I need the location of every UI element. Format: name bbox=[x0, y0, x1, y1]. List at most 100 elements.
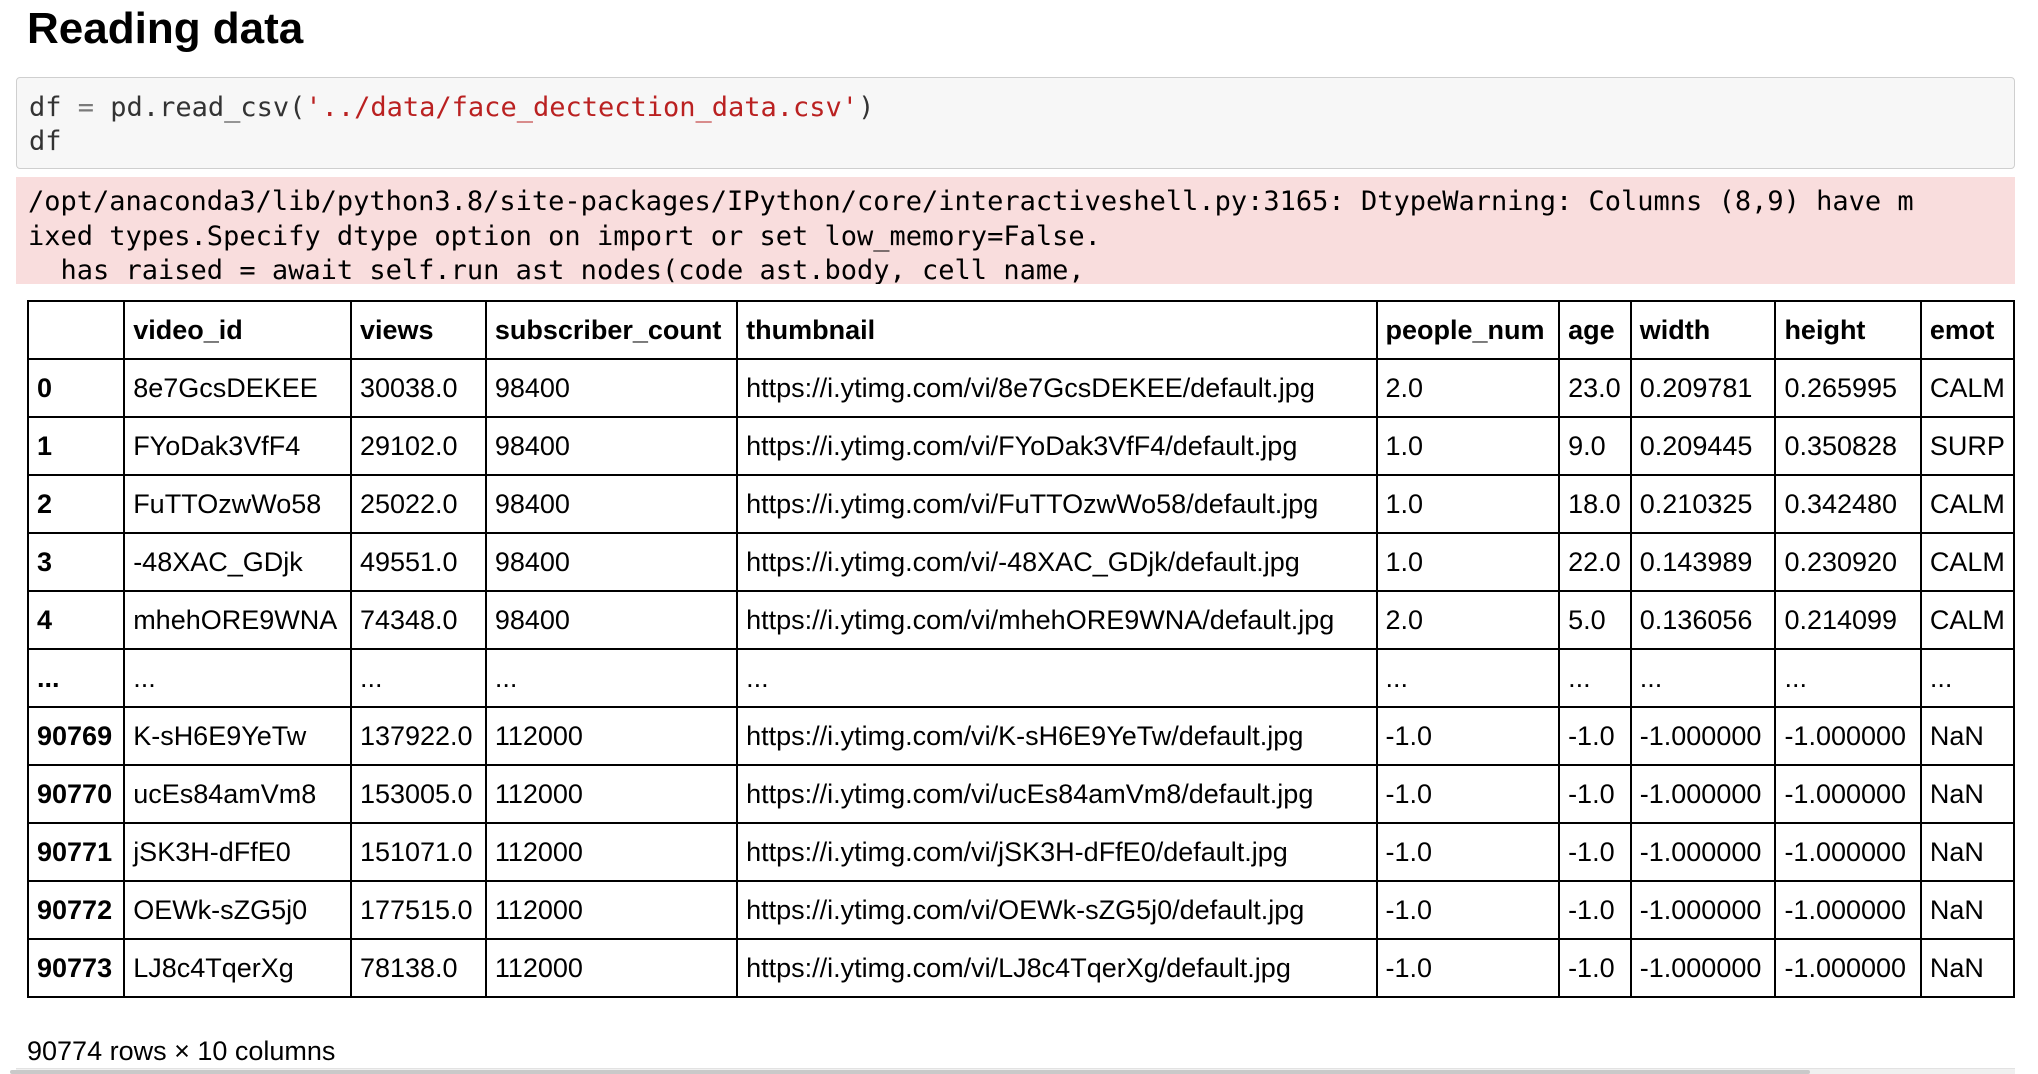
table-cell: 49551.0 bbox=[349, 532, 487, 592]
code-input-cell[interactable]: df = pd.read_csv('../data/face_dectectio… bbox=[16, 77, 2015, 169]
table-cell: 0.350828 bbox=[1774, 416, 1922, 476]
table-cell: 137922.0 bbox=[349, 706, 487, 766]
table-cell: FuTTOzwWo58 bbox=[123, 474, 352, 534]
table-cell: FYoDak3VfF4 bbox=[123, 416, 352, 476]
table-cell: https://i.ytimg.com/vi/LJ8c4TqerXg/defau… bbox=[736, 938, 1378, 998]
table-cell: -1.0 bbox=[1375, 764, 1561, 824]
table-cell: 112000 bbox=[484, 764, 739, 824]
table-cell: 98400 bbox=[484, 416, 739, 476]
table-header-row: video_id views subscriber_count thumbnail pe… bbox=[27, 300, 2015, 360]
row-index: 4 bbox=[27, 590, 126, 650]
table-row: 1 FYoDak3VfF4 29102.0 98400 https://i.ytimg.… bbox=[27, 416, 2015, 476]
column-header: emot bbox=[1919, 300, 2015, 360]
table-cell: NaN bbox=[1919, 938, 2015, 998]
table-cell: ... bbox=[1919, 648, 2015, 708]
table-cell: 177515.0 bbox=[349, 880, 487, 940]
row-index: 90770 bbox=[27, 764, 126, 824]
table-cell: ... bbox=[1375, 648, 1561, 708]
table-cell: 30038.0 bbox=[349, 358, 487, 418]
table-cell: ucEs84amVm8 bbox=[123, 764, 352, 824]
table-cell: ... bbox=[123, 648, 352, 708]
code-token-close: ) bbox=[858, 92, 875, 123]
table-cell: 98400 bbox=[484, 474, 739, 534]
table-cell: jSK3H-dFfE0 bbox=[123, 822, 352, 882]
table-cell: -1.0 bbox=[1558, 880, 1632, 940]
table-cell: https://i.ytimg.com/vi/OEWk-sZG5j0/defau… bbox=[736, 880, 1378, 940]
table-cell: SURP bbox=[1919, 416, 2015, 476]
table-cell: -1.000000 bbox=[1629, 764, 1777, 824]
table-cell: -1.000000 bbox=[1629, 822, 1777, 882]
row-index: 0 bbox=[27, 358, 126, 418]
horizontal-scrollbar-thumb[interactable] bbox=[10, 1070, 1810, 1074]
table-cell: K-sH6E9YeTw bbox=[123, 706, 352, 766]
table-cell: 2.0 bbox=[1375, 590, 1561, 650]
table-cell: 1.0 bbox=[1375, 416, 1561, 476]
table-cell: -1.0 bbox=[1558, 764, 1632, 824]
table-cell: OEWk-sZG5j0 bbox=[123, 880, 352, 940]
table-cell: 98400 bbox=[484, 358, 739, 418]
code-token-var: df bbox=[29, 92, 78, 123]
row-index: 90771 bbox=[27, 822, 126, 882]
table-cell: 0.342480 bbox=[1774, 474, 1922, 534]
table-row: 90769 K-sH6E9YeTw 137922.0 112000 https://i.… bbox=[27, 706, 2015, 766]
table-cell: 1.0 bbox=[1375, 474, 1561, 534]
table-cell: ... bbox=[1774, 648, 1922, 708]
stderr-line-2: ixed types.Specify dtype option on impor… bbox=[28, 220, 1101, 252]
index-header bbox=[27, 300, 126, 360]
table-cell: ... bbox=[1558, 648, 1632, 708]
row-index: ... bbox=[27, 648, 126, 708]
table-cell: 23.0 bbox=[1558, 358, 1632, 418]
table-cell: 78138.0 bbox=[349, 938, 487, 998]
table-cell: 0.209445 bbox=[1629, 416, 1777, 476]
table-cell: 112000 bbox=[484, 880, 739, 940]
table-cell: -1.000000 bbox=[1774, 764, 1922, 824]
table-cell: ... bbox=[484, 648, 739, 708]
table-cell: CALM bbox=[1919, 358, 2015, 418]
table-cell: 112000 bbox=[484, 822, 739, 882]
table-cell: https://i.ytimg.com/vi/K-sH6E9YeTw/defau… bbox=[736, 706, 1378, 766]
table-cell: CALM bbox=[1919, 590, 2015, 650]
table-cell: 0.214099 bbox=[1774, 590, 1922, 650]
row-index: 90769 bbox=[27, 706, 126, 766]
table-cell: https://i.ytimg.com/vi/ucEs84amVm8/defau… bbox=[736, 764, 1378, 824]
code-line-2: df bbox=[29, 126, 62, 157]
table-cell: LJ8c4TqerXg bbox=[123, 938, 352, 998]
code-token-call: pd.read_csv( bbox=[94, 92, 306, 123]
table-cell: -1.000000 bbox=[1629, 880, 1777, 940]
table-body: 0 8e7GcsDEKEE 30038.0 98400 https://i.ytimg.… bbox=[27, 358, 2015, 998]
table-cell: NaN bbox=[1919, 822, 2015, 882]
table-row: 90770 ucEs84amVm8 153005.0 112000 https://i.… bbox=[27, 764, 2015, 824]
stderr-output: /opt/anaconda3/lib/python3.8/site-packag… bbox=[16, 177, 2015, 284]
column-header: people_num bbox=[1375, 300, 1561, 360]
table-cell: 0.230920 bbox=[1774, 532, 1922, 592]
table-row: 0 8e7GcsDEKEE 30038.0 98400 https://i.ytimg.… bbox=[27, 358, 2015, 418]
code-token-string: '../data/face_dectection_data.csv' bbox=[305, 92, 859, 123]
table-cell: 29102.0 bbox=[349, 416, 487, 476]
code-line-1: df = pd.read_csv('../data/face_dectectio… bbox=[29, 91, 2002, 125]
table-cell: 25022.0 bbox=[349, 474, 487, 534]
table-cell: mhehORE9WNA bbox=[123, 590, 352, 650]
table-cell: https://i.ytimg.com/vi/-48XAC_GDjk/defau… bbox=[736, 532, 1378, 592]
dataframe-shape: 90774 rows × 10 columns bbox=[27, 1036, 336, 1066]
table-cell: -1.0 bbox=[1375, 706, 1561, 766]
table-cell: 151071.0 bbox=[349, 822, 487, 882]
table-row: .............................. bbox=[27, 648, 2015, 708]
column-header: width bbox=[1629, 300, 1777, 360]
table-cell: 9.0 bbox=[1558, 416, 1632, 476]
code-token-operator: = bbox=[77, 92, 95, 123]
table-cell: -48XAC_GDjk bbox=[123, 532, 352, 592]
notebook-page: Reading data df = pd.read_csv('../data/f… bbox=[0, 0, 2038, 1074]
table-cell: -1.0 bbox=[1558, 938, 1632, 998]
table-cell: ... bbox=[1629, 648, 1777, 708]
table-cell: 0.136056 bbox=[1629, 590, 1777, 650]
table-cell: -1.0 bbox=[1558, 706, 1632, 766]
table-cell: 0.143989 bbox=[1629, 532, 1777, 592]
dataframe-output[interactable]: video_id views subscriber_count thumbnail pe… bbox=[27, 300, 2015, 1008]
column-header: height bbox=[1774, 300, 1922, 360]
column-header: thumbnail bbox=[736, 300, 1378, 360]
row-index: 3 bbox=[27, 532, 126, 592]
table-cell: -1.000000 bbox=[1774, 880, 1922, 940]
table-cell: 153005.0 bbox=[349, 764, 487, 824]
table-cell: -1.000000 bbox=[1629, 938, 1777, 998]
table-cell: https://i.ytimg.com/vi/8e7GcsDEKEE/defau… bbox=[736, 358, 1378, 418]
